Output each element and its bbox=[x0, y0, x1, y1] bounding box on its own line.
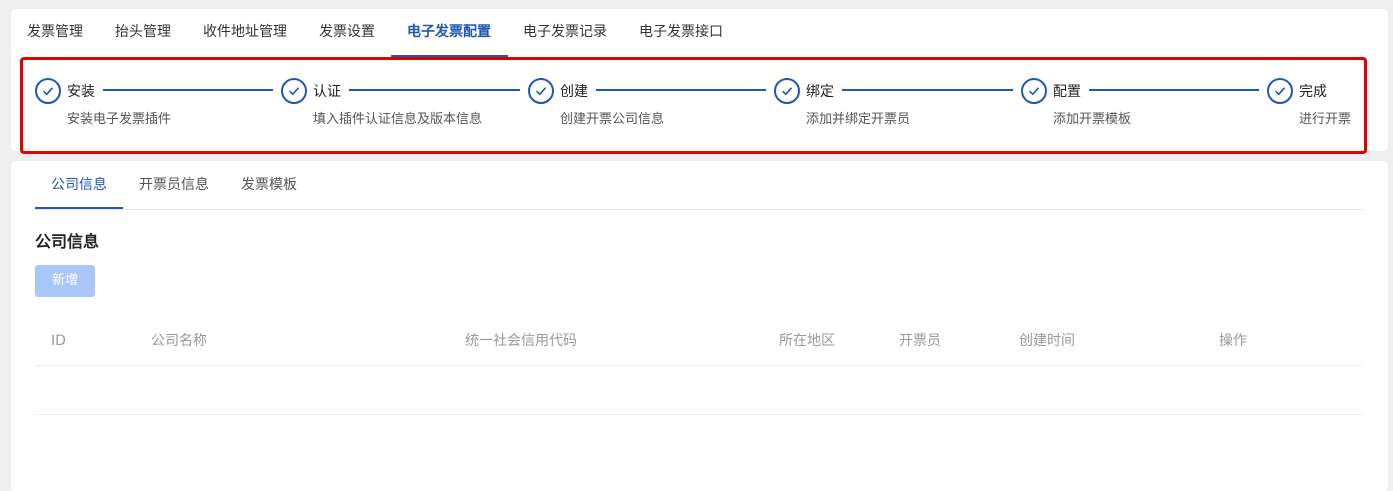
tab-invoice-settings[interactable]: 发票设置 bbox=[319, 9, 375, 57]
table-header: ID 公司名称 统一社会信用代码 所在地区 开票员 创建时间 操作 bbox=[35, 316, 1363, 366]
step-title: 认证 bbox=[313, 84, 341, 100]
sub-tabs: 公司信息 开票员信息 发票模板 bbox=[35, 161, 1363, 210]
column-header-actions: 操作 bbox=[1219, 333, 1247, 349]
section-title: 公司信息 bbox=[35, 232, 100, 251]
step-description: 填入插件认证信息及版本信息 bbox=[313, 112, 483, 127]
main-nav-tabs: 发票管理 抬头管理 收件地址管理 发票设置 电子发票配置 电子发票记录 电子发票… bbox=[11, 9, 1388, 57]
step-title: 安装 bbox=[67, 84, 95, 100]
column-header-region: 所在地区 bbox=[779, 333, 835, 349]
step-description: 添加开票模板 bbox=[1053, 112, 1132, 127]
step-title: 创建 bbox=[560, 84, 588, 100]
check-circle-icon bbox=[1021, 78, 1047, 104]
step-connector bbox=[842, 89, 1013, 91]
steps-highlight-box: 安装 安装电子发票插件 认证 填入插件认证信息及版本信息 创建 创建开票公司信息 bbox=[20, 57, 1367, 154]
step-description: 创建开票公司信息 bbox=[560, 112, 665, 127]
step-connector bbox=[596, 89, 766, 91]
main-card: 公司信息 开票员信息 发票模板 公司信息 新增 ID 公司名称 统一社会信用代码… bbox=[11, 161, 1388, 491]
check-circle-icon bbox=[528, 78, 554, 104]
check-circle-icon bbox=[35, 78, 61, 104]
tab-invoice-management[interactable]: 发票管理 bbox=[27, 9, 83, 57]
step-description: 进行开票 bbox=[1299, 112, 1352, 127]
tab-company-info[interactable]: 公司信息 bbox=[51, 161, 107, 209]
check-circle-icon bbox=[774, 78, 800, 104]
tab-address-management[interactable]: 收件地址管理 bbox=[203, 9, 287, 57]
tab-invoice-template[interactable]: 发票模板 bbox=[241, 161, 297, 209]
step-description: 添加并绑定开票员 bbox=[806, 112, 911, 127]
tab-invoicer-info[interactable]: 开票员信息 bbox=[139, 161, 209, 209]
table-body-empty bbox=[35, 366, 1363, 415]
tab-e-invoice-config[interactable]: 电子发票配置 bbox=[407, 9, 491, 57]
column-header-company-name: 公司名称 bbox=[151, 333, 207, 349]
column-header-created-time: 创建时间 bbox=[1019, 333, 1075, 349]
step-description: 安装电子发票插件 bbox=[67, 112, 172, 127]
column-header-invoicer: 开票员 bbox=[899, 333, 941, 349]
column-header-id: ID bbox=[51, 333, 66, 349]
check-circle-icon bbox=[1267, 78, 1293, 104]
add-button[interactable]: 新增 bbox=[35, 265, 95, 297]
step-title: 绑定 bbox=[806, 84, 834, 100]
top-card: 发票管理 抬头管理 收件地址管理 发票设置 电子发票配置 电子发票记录 电子发票… bbox=[11, 9, 1388, 154]
tab-e-invoice-api[interactable]: 电子发票接口 bbox=[639, 9, 723, 57]
step-title: 完成 bbox=[1299, 84, 1327, 100]
step-title: 配置 bbox=[1053, 84, 1081, 100]
tab-e-invoice-records[interactable]: 电子发票记录 bbox=[523, 9, 607, 57]
step-connector bbox=[349, 89, 520, 91]
active-subtab-indicator bbox=[35, 207, 123, 209]
company-table: ID 公司名称 统一社会信用代码 所在地区 开票员 创建时间 操作 bbox=[35, 316, 1363, 415]
tab-header-management[interactable]: 抬头管理 bbox=[115, 9, 171, 57]
column-header-credit-code: 统一社会信用代码 bbox=[465, 333, 577, 349]
check-circle-icon bbox=[281, 78, 307, 104]
step-connector bbox=[1089, 89, 1259, 91]
step-connector bbox=[103, 89, 273, 91]
